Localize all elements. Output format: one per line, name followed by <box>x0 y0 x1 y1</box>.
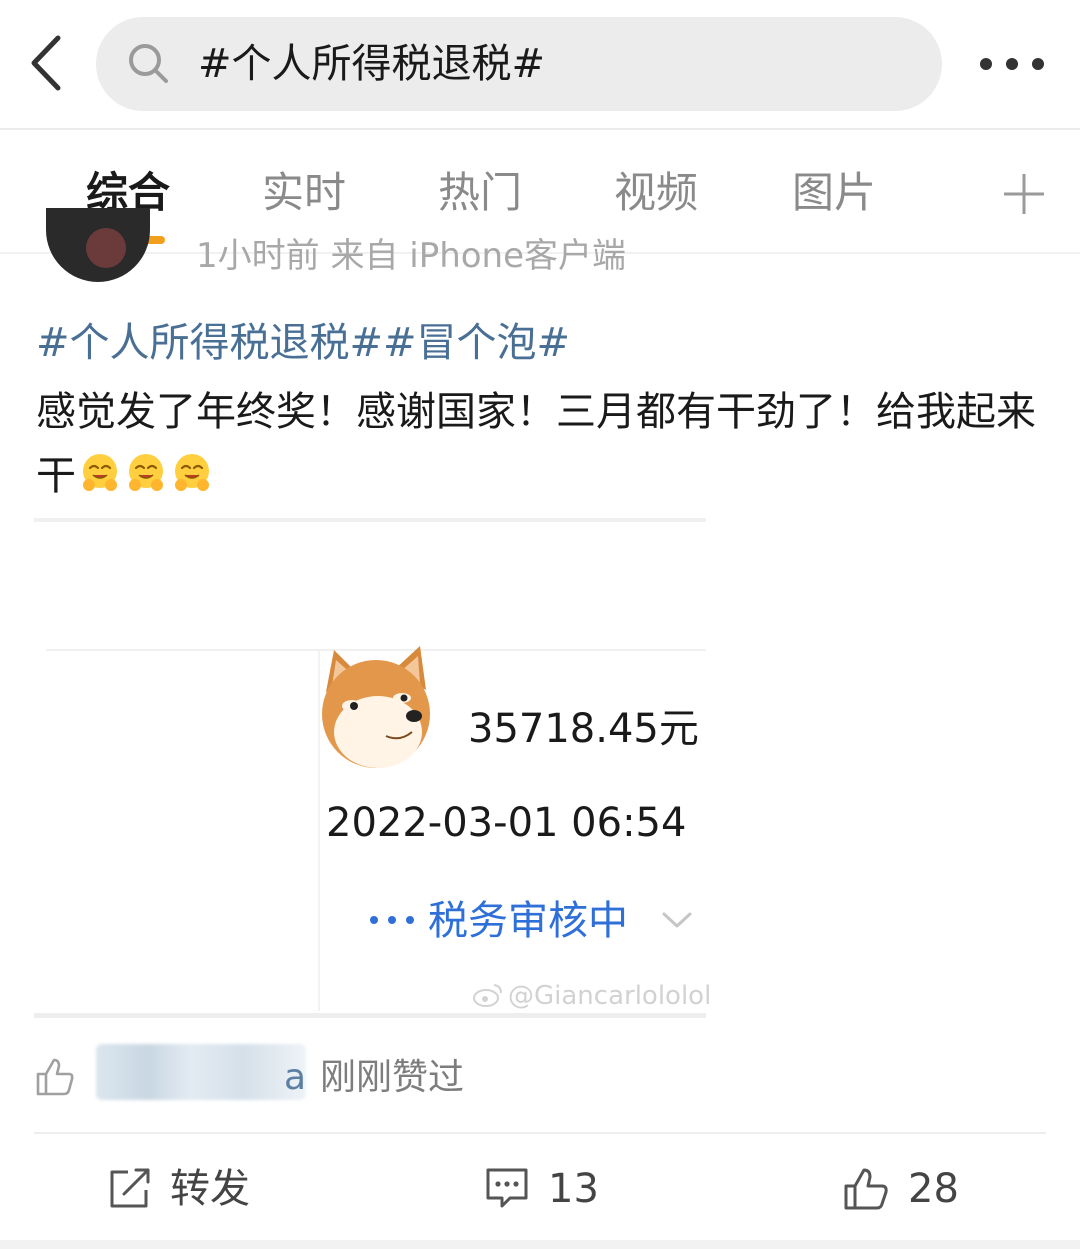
search-icon <box>129 44 168 83</box>
search-input[interactable]: #个人所得税退税# <box>96 17 942 111</box>
post-hashtags[interactable]: #个人所得税退税##冒个泡# <box>36 318 570 368</box>
ellipsis-icon <box>370 916 418 926</box>
repost-button[interactable]: 转发 <box>106 1160 266 1220</box>
tab-realtime[interactable]: 实时 <box>262 166 346 220</box>
tab-hot[interactable]: 热门 <box>438 166 522 220</box>
divider <box>34 1132 1046 1134</box>
comment-icon <box>486 1168 528 1208</box>
comment-button[interactable]: 13 <box>484 1160 614 1220</box>
back-button[interactable] <box>22 28 82 98</box>
status-label: 税务审核中 <box>428 898 628 944</box>
bottom-strip <box>0 1240 1080 1249</box>
thumbs-up-icon <box>844 1168 888 1210</box>
emoji-group <box>76 450 214 514</box>
hug-emoji-icon <box>129 454 163 491</box>
liked-text: 刚刚赞过 <box>320 1057 465 1098</box>
chevron-left-icon <box>31 35 61 91</box>
avatar[interactable] <box>46 208 150 282</box>
search-query: #个人所得税退税# <box>198 41 546 87</box>
image-top-border <box>34 518 706 522</box>
comment-count: 13 <box>548 1166 599 1212</box>
refund-amount: 35718.45元 <box>468 706 699 752</box>
post-meta: 1小时前 来自 iPhone客户端 <box>196 236 627 272</box>
thumbs-up-icon <box>36 1058 74 1096</box>
blurred-username <box>96 1044 306 1100</box>
tab-images[interactable]: 图片 <box>792 166 876 220</box>
shiba-dog-avatar <box>322 646 430 768</box>
more-options-button[interactable] <box>970 40 1054 90</box>
hug-emoji-icon <box>83 454 117 491</box>
chevron-down-icon <box>662 912 692 928</box>
watermark-text: @Giancarlololol <box>508 981 712 1011</box>
repost-label: 转发 <box>170 1166 250 1212</box>
image-watermark: @Giancarlololol <box>472 980 711 1012</box>
weibo-logo-icon <box>473 984 502 1007</box>
liked-by-row[interactable]: a 刚刚赞过 <box>34 1044 1034 1108</box>
post-image[interactable]: 35718.45元 2022-03-01 06:54 税务审核中 @Gianca… <box>34 518 711 1018</box>
repost-icon <box>110 1168 150 1208</box>
add-tab-icon[interactable] <box>1000 170 1048 218</box>
post-text: 感觉发了年终奖！感谢国家！三月都有干劲了！给我起来干 <box>36 380 1046 514</box>
tab-video[interactable]: 视频 <box>614 166 698 220</box>
image-bottom-border <box>34 1013 706 1018</box>
like-count: 28 <box>908 1166 959 1212</box>
refund-datetime: 2022-03-01 06:54 <box>326 800 687 846</box>
like-button[interactable]: 28 <box>842 1160 972 1220</box>
hug-emoji-icon <box>175 454 209 491</box>
liker-name[interactable]: a <box>284 1056 306 1100</box>
top-bar: #个人所得税退税# <box>0 0 1080 130</box>
